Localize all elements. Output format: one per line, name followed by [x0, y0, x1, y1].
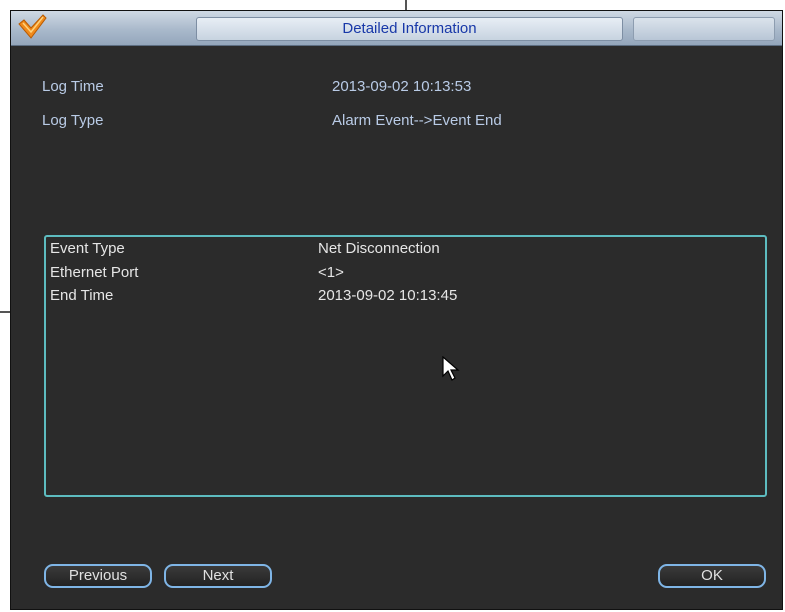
- next-button[interactable]: Next: [164, 564, 272, 588]
- checkmark-logo-icon: [18, 14, 47, 39]
- window-title: Detailed Information: [196, 17, 623, 41]
- info-value: 2013-09-02 10:13:53: [332, 78, 472, 95]
- background-line: [0, 311, 10, 313]
- info-value: Alarm Event-->Event End: [332, 112, 502, 129]
- detail-label: Event Type: [50, 240, 125, 257]
- detail-label: Ethernet Port: [50, 264, 139, 281]
- mouse-pointer-icon: [442, 356, 460, 381]
- ok-button[interactable]: OK: [658, 564, 766, 588]
- info-label: Log Type: [42, 112, 104, 129]
- detail-box: Event Type Net Disconnection Ethernet Po…: [44, 235, 767, 497]
- detail-value: <1>: [318, 264, 344, 281]
- background-line: [405, 0, 407, 10]
- detailed-information-dialog: Detailed Information Log Time 2013-09-02…: [10, 10, 783, 610]
- title-bar: Detailed Information: [11, 11, 782, 46]
- detail-label: End Time: [50, 287, 114, 304]
- detail-value: 2013-09-02 10:13:45: [318, 287, 458, 304]
- previous-button[interactable]: Previous: [44, 564, 152, 588]
- screen: Detailed Information Log Time 2013-09-02…: [0, 0, 785, 612]
- title-bar-decoration: [633, 17, 775, 41]
- info-label: Log Time: [42, 78, 104, 95]
- detail-value: Net Disconnection: [318, 240, 440, 257]
